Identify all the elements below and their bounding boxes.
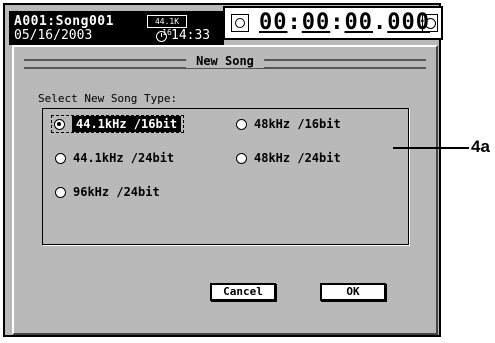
option-48k-24bit[interactable]: 48kHz /24bit — [236, 151, 341, 165]
time-counter: 00:00:00.000 — [223, 6, 443, 40]
song-type-group: 44.1kHz /16bit 48kHz /16bit 44.1kHz /24b… — [42, 108, 409, 245]
song-type-prompt: Select New Song Type: — [38, 92, 178, 105]
song-name: A001:Song001 — [14, 14, 114, 29]
ok-button[interactable]: OK — [320, 283, 386, 301]
radio-icon — [236, 153, 247, 164]
dialog-title-bar: New Song — [24, 54, 426, 69]
radio-icon — [55, 153, 66, 164]
counter-value: 00:00:00.000 — [259, 10, 430, 35]
radio-selected-icon — [54, 119, 65, 130]
new-song-dialog: New Song Select New Song Type: 44.1kHz /… — [12, 45, 438, 335]
callout-line — [393, 147, 469, 149]
option-44k-24bit[interactable]: 44.1kHz /24bit — [55, 151, 174, 165]
radio-icon — [55, 187, 66, 198]
song-status-panel: A001:Song001 05/16/2003 44.1K 16 14:33 — [9, 11, 224, 45]
option-44k-16bit[interactable]: 44.1kHz /16bit — [51, 115, 185, 133]
format-badge: 44.1K 16 — [147, 15, 187, 37]
option-label: 44.1kHz /24bit — [73, 151, 175, 165]
song-date: 05/16/2003 — [14, 28, 93, 43]
clock-icon — [156, 31, 167, 42]
option-label: 48kHz /16bit — [254, 117, 341, 131]
dialog-title: New Song — [186, 54, 264, 68]
radio-icon — [236, 119, 247, 130]
callout-label: 4a — [471, 137, 490, 156]
option-label: 44.1kHz /16bit — [72, 116, 182, 132]
option-label: 48kHz /24bit — [254, 151, 341, 165]
cancel-button[interactable]: Cancel — [210, 283, 276, 301]
option-label: 96kHz /24bit — [73, 185, 160, 199]
counter-clock-icon — [231, 14, 249, 32]
alarm-icon — [422, 14, 438, 32]
song-time: 14:33 — [171, 28, 211, 43]
option-96k-24bit[interactable]: 96kHz /24bit — [55, 185, 160, 199]
option-48k-16bit[interactable]: 48kHz /16bit — [236, 117, 341, 131]
